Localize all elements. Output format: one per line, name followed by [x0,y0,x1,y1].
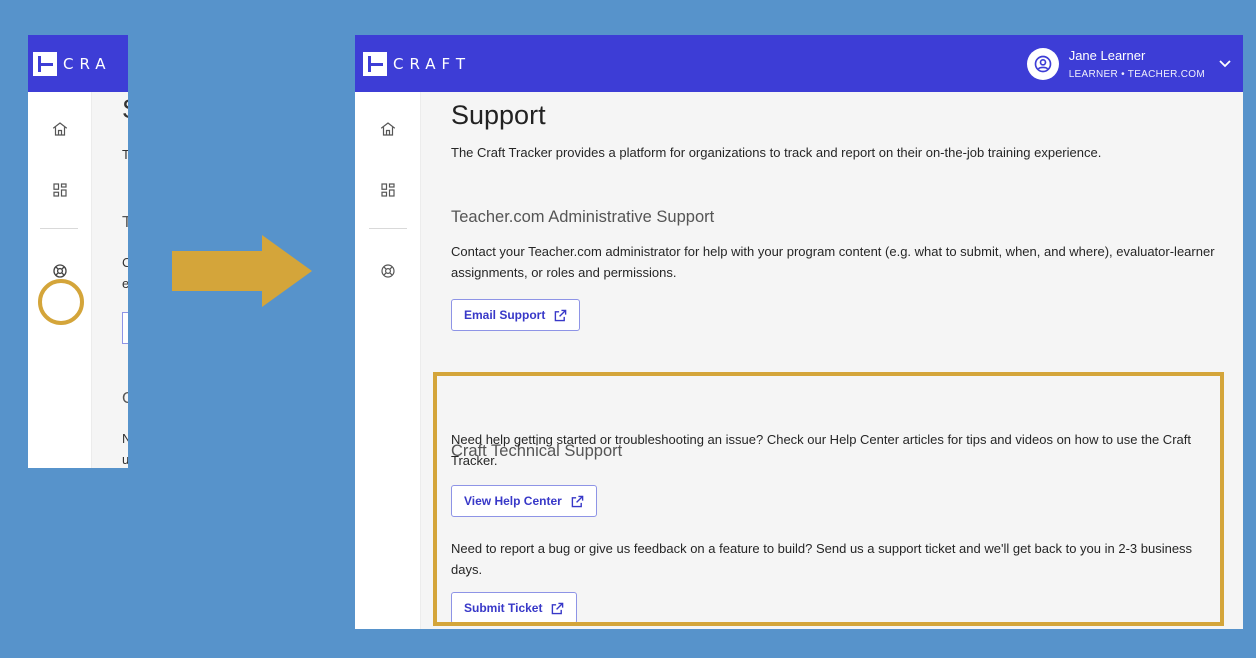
mini-fragment: T [122,147,128,162]
mini-content: S T T C e C N u [92,92,128,468]
admin-support-title: Teacher.com Administrative Support [451,208,715,226]
sidebar [355,92,421,629]
mini-sidebar [28,92,92,468]
mini-fragment: e [122,276,128,291]
mini-logo-mark [33,51,57,76]
sidebar-divider [369,228,407,229]
mini-fragment: N [122,431,128,446]
email-support-button[interactable]: Email Support [451,299,581,331]
logo-text: CRAFT [393,54,472,73]
user-name: Jane Learner [1068,47,1146,63]
page-description: The Craft Tracker provides a platform fo… [451,145,1102,160]
logo-mark-icon [363,51,387,76]
mini-fragment: S [122,94,128,125]
user-menu[interactable]: Jane Learner LEARNER • TEACHER.COM [1026,35,1231,92]
chevron-down-icon[interactable] [1219,57,1231,71]
top-bar: CRAFT Jane Learner LEARNER • TEACHER.COM [355,35,1243,92]
app-window: CRAFT Jane Learner LEARNER • TEACHER.COM [355,35,1243,629]
admin-support-text: Contact your Teacher.com administrator f… [451,244,1215,280]
admin-support-section: Teacher.com Administrative Support Conta… [451,208,1227,331]
support-lifebuoy-icon[interactable] [376,259,400,283]
highlight-box [433,372,1224,626]
user-org: LEARNER • TEACHER.COM [1068,68,1205,80]
mini-fragment: C [122,255,128,270]
mini-sidebar-divider [40,228,78,229]
mini-fragment: u [122,452,128,467]
arrow-right-icon [172,235,312,307]
mini-fragment: C [122,390,128,407]
email-support-label: Email Support [464,308,546,322]
home-icon[interactable] [48,117,72,141]
craft-logo[interactable]: CRAFT [363,51,472,76]
account-circle-icon [1026,47,1059,80]
mini-logo-text: CRA [63,54,112,73]
mini-preview: CRA S T T C e C N u [28,35,128,468]
mini-highlight-circle [38,279,84,325]
mini-fragment: T [122,214,128,231]
external-link-icon [554,309,567,322]
home-icon[interactable] [376,117,400,141]
user-info: Jane Learner LEARNER • TEACHER.COM [1069,48,1205,80]
dashboard-grid-icon[interactable] [376,178,400,202]
mini-header: CRA [28,35,128,92]
page-title: Support [451,100,546,130]
dashboard-grid-icon[interactable] [48,178,72,202]
mini-button-fragment [122,312,128,344]
